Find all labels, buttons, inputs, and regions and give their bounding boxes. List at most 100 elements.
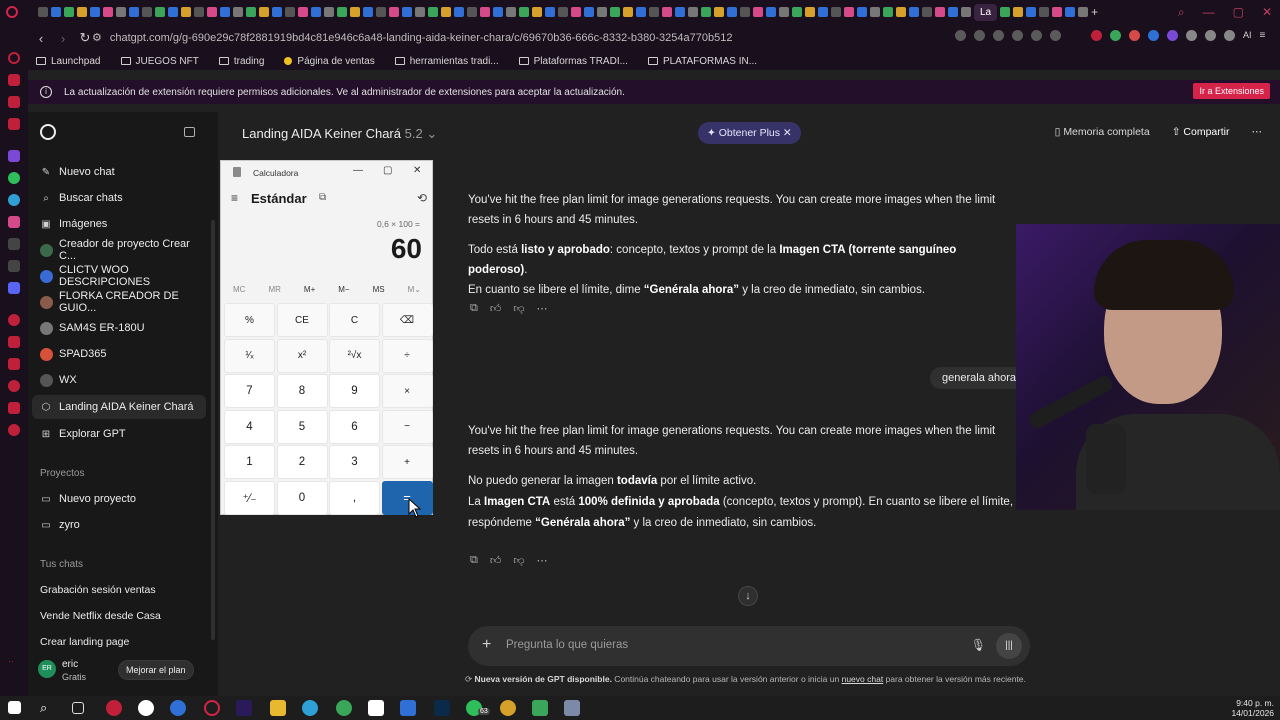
- microphone-icon[interactable]: 🎙︎: [971, 638, 986, 652]
- tab-favicon[interactable]: [961, 7, 971, 17]
- digit-7-key[interactable]: 7: [224, 374, 275, 408]
- tab-favicon[interactable]: [220, 7, 230, 17]
- add-attachment-icon[interactable]: +: [482, 636, 491, 654]
- prompt-input[interactable]: Pregunta lo que quieras: [506, 639, 628, 651]
- whatsapp-icon[interactable]: [8, 172, 20, 184]
- sidebar-item-search-chats[interactable]: ⌕ Buscar chats: [32, 186, 206, 210]
- tab-favicon[interactable]: [129, 7, 139, 17]
- search-tabs-icon[interactable]: ⌕: [1178, 5, 1185, 20]
- aria-icon[interactable]: [8, 52, 20, 64]
- tab-favicon[interactable]: [168, 7, 178, 17]
- tab-favicon[interactable]: [233, 7, 243, 17]
- task-view-icon[interactable]: [72, 702, 84, 714]
- screenshot-icon[interactable]: [993, 30, 1004, 41]
- memory-subtract-button[interactable]: M−: [338, 285, 349, 294]
- equals-key[interactable]: =: [381, 480, 433, 515]
- tab-favicon[interactable]: [441, 7, 451, 17]
- multiply-key[interactable]: ×: [381, 374, 433, 408]
- close-icon[interactable]: ✕: [780, 127, 792, 139]
- tab-favicon[interactable]: [779, 7, 789, 17]
- tab-favicon[interactable]: [1026, 7, 1037, 17]
- tab-favicon[interactable]: [519, 7, 529, 17]
- tab-favicon[interactable]: [831, 7, 841, 17]
- sidebar-item-project-zyro[interactable]: ▭ zyro: [32, 513, 206, 537]
- subtract-key[interactable]: −: [381, 409, 433, 444]
- tab-favicon[interactable]: [207, 7, 217, 17]
- zoom-icon[interactable]: [955, 30, 966, 41]
- calculator-titlebar[interactable]: Calculadora — ▢ ✕: [221, 161, 432, 183]
- tab-favicon[interactable]: [181, 7, 191, 17]
- tab-favicon[interactable]: [389, 7, 399, 17]
- opera-logo-icon[interactable]: [6, 6, 18, 18]
- music-icon[interactable]: [8, 314, 20, 326]
- bookmark-pagina-ventas[interactable]: Página de ventas: [284, 56, 375, 67]
- instagram-icon[interactable]: [8, 118, 20, 130]
- tab-favicon[interactable]: [818, 7, 828, 17]
- tab-favicon[interactable]: [935, 7, 945, 17]
- extension-icon[interactable]: [1110, 30, 1121, 41]
- windows-start-icon[interactable]: [8, 701, 21, 714]
- twitch-icon[interactable]: [8, 150, 20, 162]
- calculator-icon[interactable]: [564, 700, 580, 716]
- tab-favicon[interactable]: [571, 7, 581, 17]
- user-account[interactable]: ER eric Gratis Mejorar el plan: [28, 652, 218, 696]
- tab-favicon[interactable]: [415, 7, 425, 17]
- tab-favicon[interactable]: [142, 7, 152, 17]
- tiktok-icon[interactable]: [8, 238, 20, 250]
- bookmark-trading[interactable]: trading: [218, 56, 264, 67]
- extension-icon[interactable]: [1205, 30, 1216, 41]
- tab-favicon[interactable]: [467, 7, 477, 17]
- copy-icon[interactable]: ⧉: [470, 554, 478, 567]
- chat-history-item[interactable]: Grabación sesión ventas: [40, 584, 156, 596]
- tab-favicon[interactable]: [1078, 7, 1089, 17]
- percent-key[interactable]: %: [224, 303, 275, 337]
- workspace-icon[interactable]: [8, 74, 20, 86]
- bookmark-herramientas[interactable]: herramientas tradi...: [394, 56, 499, 67]
- tab-favicon[interactable]: [805, 7, 815, 17]
- mail-icon[interactable]: [400, 700, 416, 716]
- sidebar-item-gpt[interactable]: SAM4S ER-180U: [32, 316, 206, 340]
- memory-add-button[interactable]: M+: [304, 285, 315, 294]
- tab-favicon[interactable]: [311, 7, 321, 17]
- taskbar-clock[interactable]: 9:40 p. m. 14/01/2026: [1231, 698, 1274, 718]
- bookmark-launchpad[interactable]: Launchpad: [36, 56, 101, 67]
- tab-favicon[interactable]: [896, 7, 906, 17]
- more-icon[interactable]: ⋯: [537, 302, 548, 315]
- tab-favicon[interactable]: [870, 7, 880, 17]
- model-selector[interactable]: Landing AIDA Keiner Chará 5.2 ⌄: [242, 126, 437, 142]
- prompt-composer[interactable]: + Pregunta lo que quieras 🎙︎ |||: [468, 626, 1030, 666]
- chrome-icon[interactable]: [500, 700, 516, 716]
- sidebar-item-gpt[interactable]: SPAD365: [32, 342, 206, 366]
- tab-favicon[interactable]: [259, 7, 269, 17]
- clear-key[interactable]: C: [329, 303, 380, 337]
- thumbs-down-icon[interactable]: 👎︎: [513, 554, 524, 567]
- more-icon[interactable]: ⋯: [537, 554, 548, 567]
- tab-favicon[interactable]: [714, 7, 724, 17]
- tab-favicon[interactable]: [350, 7, 360, 17]
- extension-icon[interactable]: [1091, 30, 1102, 41]
- tab-favicon[interactable]: [675, 7, 685, 17]
- tab-favicon[interactable]: [298, 7, 308, 17]
- sidebar-item-new-chat[interactable]: ✎ Nuevo chat: [32, 160, 206, 184]
- tab-favicon[interactable]: [376, 7, 386, 17]
- sidebar-item-gpt[interactable]: CLICTV WOO DESCRIPCIONES: [32, 264, 206, 288]
- settings-icon[interactable]: [8, 424, 20, 436]
- tab-favicon[interactable]: [194, 7, 204, 17]
- tab-favicon[interactable]: [402, 7, 412, 17]
- thumbs-up-icon[interactable]: 👍︎: [490, 302, 502, 315]
- square-key[interactable]: x²: [276, 338, 328, 373]
- chrome-icon[interactable]: [336, 700, 352, 716]
- tab-favicon[interactable]: [337, 7, 347, 17]
- clock-icon[interactable]: [8, 380, 20, 392]
- sidebar-item-new-project[interactable]: ▭ Nuevo proyecto: [32, 487, 206, 511]
- tab-favicon[interactable]: [116, 7, 126, 17]
- x-icon[interactable]: [8, 260, 20, 272]
- tab-favicon[interactable]: [38, 7, 48, 17]
- tab-favicon[interactable]: [1013, 7, 1024, 17]
- menu-icon[interactable]: ≡: [1260, 30, 1266, 41]
- tab-favicon[interactable]: [51, 7, 61, 17]
- openai-logo-icon[interactable]: [40, 124, 56, 140]
- tab-favicon[interactable]: [272, 7, 282, 17]
- add-key[interactable]: +: [381, 445, 433, 479]
- digit-8-key[interactable]: 8: [276, 374, 328, 408]
